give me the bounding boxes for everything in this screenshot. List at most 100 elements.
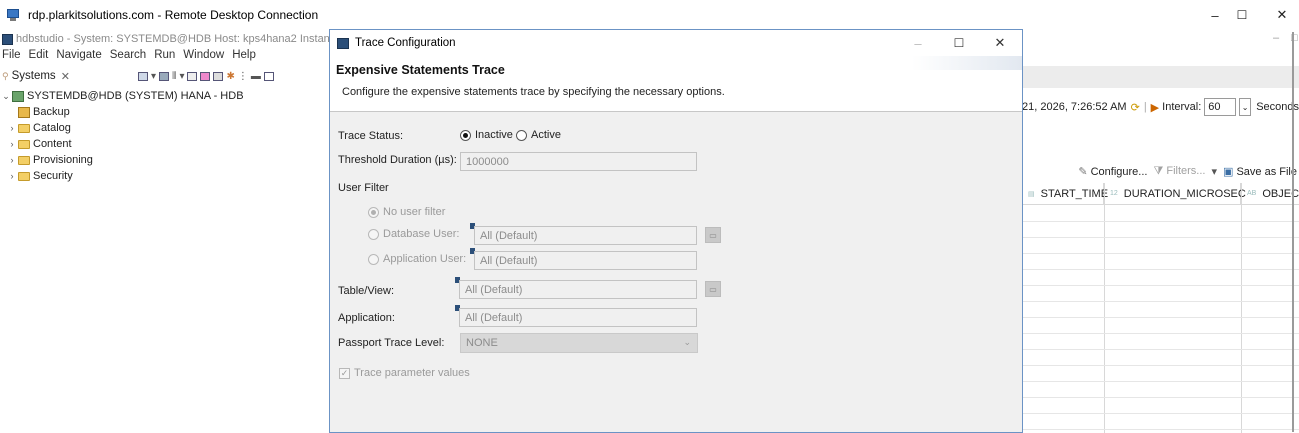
tree-item-provisioning[interactable]: › Provisioning [0,152,330,168]
table-row[interactable] [1022,302,1299,318]
rdp-close-button[interactable]: ✕ [1259,0,1299,30]
tree-item-label: Catalog [33,122,71,134]
browse-objects-button[interactable]: ▭ [705,281,721,297]
user-filter-label: User Filter [338,182,389,194]
configure-label: Configure... [1090,165,1148,178]
trace-parameter-values-checkbox[interactable]: ✓ Trace parameter values [339,367,470,379]
menu-run[interactable]: Run [154,49,175,65]
auto-refresh-icon[interactable]: ▶ [1151,101,1159,114]
column-duration[interactable]: 12 DURATION_MICROSEC [1104,182,1246,205]
table-row[interactable] [1022,334,1299,350]
collapse-icon[interactable] [187,71,198,81]
menu-icon[interactable]: ⋮ [238,71,248,82]
database-user-input[interactable]: All (Default) [474,226,697,245]
radio-checked-icon [460,129,471,141]
threshold-input[interactable]: 1000000 [460,152,697,171]
table-row[interactable] [1022,222,1299,238]
no-user-filter-radio[interactable]: No user filter [368,206,445,218]
dialog-maximize-button[interactable]: ☐ [941,30,977,56]
column-start-time[interactable]: ▤ START_TIME [1022,182,1108,205]
chevron-right-icon[interactable]: › [6,123,18,133]
table-row[interactable] [1022,254,1299,270]
dialog-close-button[interactable]: ✕ [982,30,1018,56]
filter-icon[interactable] [213,71,224,81]
threshold-label: Threshold Duration (µs): [338,154,457,166]
tree-root[interactable]: ⌄ SYSTEMDB@HDB (SYSTEM) HANA - HDB [0,88,330,104]
passport-trace-level-select[interactable]: NONE ⌄ [460,333,698,353]
sql-console-icon[interactable] [159,71,170,81]
table-row[interactable] [1022,350,1299,366]
menu-navigate[interactable]: Navigate [56,49,101,65]
tree-item-security[interactable]: › Security [0,168,330,184]
save-as-file-button[interactable]: ▣ Save as File [1223,165,1297,178]
dropdown-icon[interactable]: ▾ [151,71,156,82]
dialog-header: Expensive Statements Trace Configure the… [330,56,1022,112]
dialog-title: Trace Configuration [355,37,456,49]
status-inactive-radio[interactable]: Inactive [460,129,513,141]
refresh-icon[interactable]: ⟳ [1131,101,1140,114]
save-icon: ▣ [1223,165,1234,178]
minimize-view-icon[interactable]: ▬ [251,71,261,82]
chevron-down-icon[interactable]: ▾ [1211,165,1217,178]
table-row[interactable] [1022,398,1299,414]
database-user-label: Database User: [383,228,460,240]
close-icon[interactable]: ✕ [61,70,70,83]
chevron-right-icon[interactable]: › [6,139,18,149]
browse-users-button[interactable]: ▭ [705,227,721,243]
table-row[interactable] [1022,366,1299,382]
chevron-down-icon[interactable]: ⌄ [1238,98,1252,116]
dialog-titlebar: Trace Configuration – ☐ ✕ [330,30,1022,56]
tree-item-label: Security [33,170,73,182]
interval-select[interactable]: 60 [1204,98,1236,116]
tree-root-label: SYSTEMDB@HDB (SYSTEM) HANA - HDB [27,90,244,102]
dropdown-icon[interactable]: ▾ [179,71,184,82]
menu-window[interactable]: Window [183,49,224,65]
table-row[interactable] [1022,270,1299,286]
systems-toolbar: ▾ ⦀ ▾ ✱ ⋮ ▬ [138,66,274,86]
status-active-radio[interactable]: Active [516,129,561,141]
filters-button[interactable]: ⧩ Filters... [1153,165,1205,178]
menu-file[interactable]: File [2,49,21,65]
table-row[interactable] [1022,414,1299,430]
table-row[interactable] [1022,318,1299,334]
application-input[interactable]: All (Default) [459,308,697,327]
menu-edit[interactable]: Edit [29,49,49,65]
application-user-input[interactable]: All (Default) [474,251,697,270]
systems-icon: ⚲ [2,70,9,81]
settings-icon[interactable]: ✱ [226,71,234,82]
tree-item-backup[interactable]: Backup [0,104,330,120]
studio-title-text: hdbstudio - System: SYSTEMDB@HDB Host: k… [16,33,330,45]
menu-help[interactable]: Help [232,49,256,65]
chevron-right-icon[interactable]: › [6,155,18,165]
last-refresh-time: 21, 2026, 7:26:52 AM [1022,101,1127,113]
table-row[interactable] [1022,382,1299,398]
systems-tab-label: Systems [11,70,56,82]
table-row[interactable] [1022,286,1299,302]
table-row[interactable] [1022,206,1299,222]
tree-item-content[interactable]: › Content [0,136,330,152]
application-user-radio[interactable]: Application User: [368,253,466,265]
configure-button[interactable]: ✎ Configure... [1078,165,1147,178]
save-as-label: Save as File [1236,165,1297,178]
chevron-right-icon[interactable]: › [6,171,18,181]
systems-tab[interactable]: ⚲ Systems ✕ [0,70,70,83]
interval-label: Interval: [1162,101,1202,113]
database-user-radio[interactable]: Database User: [368,228,459,240]
link-icon[interactable] [200,71,211,81]
dialog-header-title: Expensive Statements Trace [336,63,505,77]
columns-icon[interactable]: ⦀ [172,71,176,82]
dialog-header-description: Configure the expensive statements trace… [342,86,725,98]
dialog-minimize-button[interactable]: – [900,30,936,56]
table-view-input[interactable]: All (Default) [459,280,697,299]
results-grid-header: ▤ START_TIME 12 DURATION_MICROSEC AB OBJ… [1022,182,1299,205]
vertical-scrollbar[interactable] [1292,32,1294,432]
column-object[interactable]: AB OBJEC [1241,183,1299,205]
chevron-down-icon[interactable]: ⌄ [0,91,12,102]
table-row[interactable] [1022,238,1299,254]
tree-item-catalog[interactable]: › Catalog [0,120,330,136]
table-view-label: Table/View: [338,285,395,297]
add-system-icon[interactable] [138,71,148,81]
chevron-down-icon: ⌄ [683,337,691,347]
menu-search[interactable]: Search [110,49,146,65]
maximize-view-icon[interactable] [263,71,274,81]
